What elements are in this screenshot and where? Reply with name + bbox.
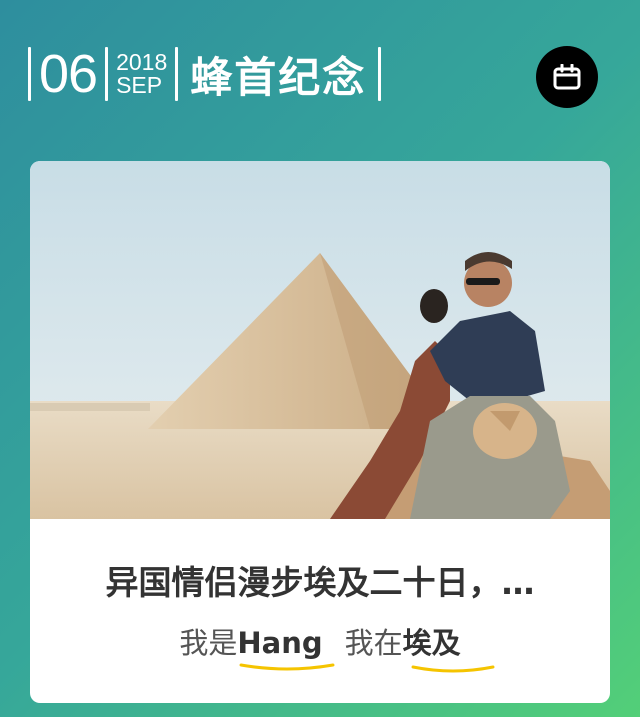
calendar-button[interactable] (536, 46, 598, 108)
story-subtitle: 我是 Hang 我在 埃及 (30, 620, 610, 673)
author-name[interactable]: Hang (237, 626, 335, 671)
photo-couple-pyramid (30, 161, 610, 519)
year-month: 2018 SEP (116, 51, 167, 97)
divider (28, 47, 31, 101)
page-title: 蜂首纪念 (190, 52, 367, 102)
date-header: 06 2018 SEP 蜂首纪念 (28, 44, 382, 104)
month-text: SEP (116, 72, 163, 98)
underline-decoration (239, 663, 335, 671)
divider (175, 47, 179, 101)
divider (378, 47, 382, 101)
story-title[interactable]: 异国情侣漫步埃及二十日，… (60, 556, 580, 604)
underline-decoration (411, 665, 495, 673)
subtitle-middle: 我在 (344, 626, 403, 660)
day-number: 06 (39, 44, 98, 104)
subtitle-prefix: 我是 (179, 626, 238, 660)
year-text: 2018 (116, 49, 168, 75)
author-name-text: Hang (237, 626, 323, 660)
calendar-icon (553, 64, 581, 90)
place-name-text: 埃及 (402, 626, 461, 660)
place-name[interactable]: 埃及 (402, 620, 495, 673)
divider (105, 47, 109, 101)
